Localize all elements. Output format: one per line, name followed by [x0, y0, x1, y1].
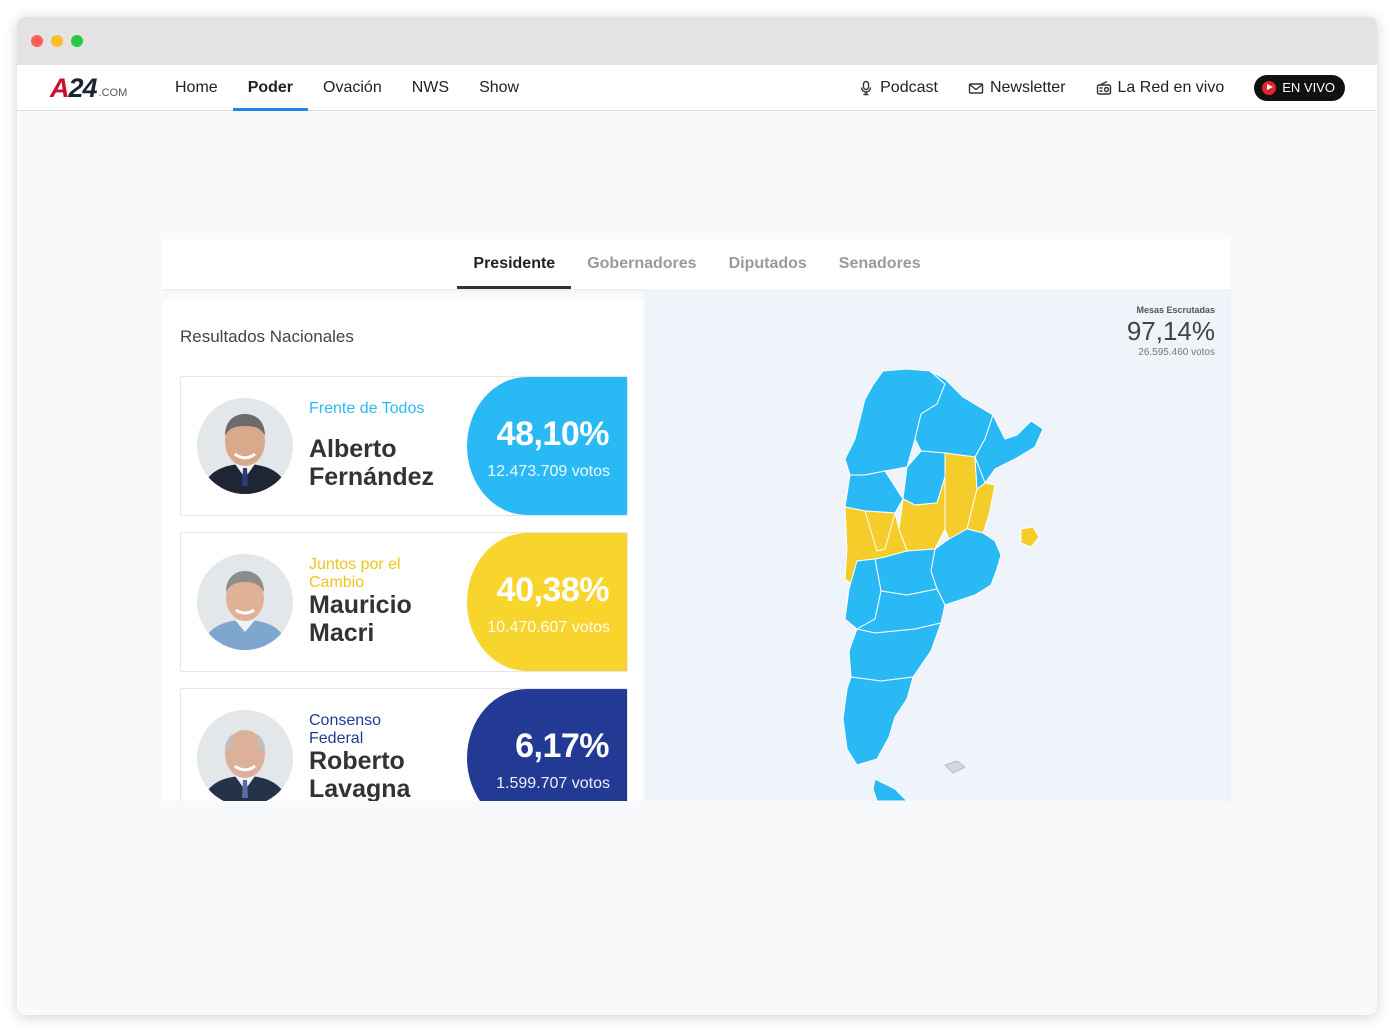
microphone-icon — [860, 80, 872, 95]
candidate-card[interactable]: Consenso Federal Roberto Lavagna 6,17% 1… — [180, 688, 628, 801]
result-badge: 48,10% 12.473.709 votos — [467, 377, 627, 515]
play-icon — [1262, 80, 1277, 95]
site-logo[interactable]: A24 .COM — [50, 74, 127, 102]
tab-senadores[interactable]: Senadores — [823, 239, 937, 289]
tab-presidente[interactable]: Presidente — [457, 239, 572, 289]
vote-percentage: 48,10% — [496, 415, 610, 453]
candidate-photo — [197, 710, 293, 801]
newsletter-link[interactable]: Newsletter — [968, 79, 1066, 97]
tab-gobernadores[interactable]: Gobernadores — [571, 239, 712, 289]
result-badge: 40,38% 10.470.607 votos — [467, 533, 627, 671]
party-name: Consenso Federal — [309, 712, 382, 747]
result-badge: 6,17% 1.599.707 votos — [467, 689, 627, 801]
nav-link-home[interactable]: Home — [160, 65, 233, 110]
vote-percentage: 6,17% — [515, 727, 609, 765]
scrutiny-label: Mesas Escrutadas — [1136, 305, 1215, 315]
maximize-window-button[interactable] — [71, 35, 83, 47]
province-chubut — [848, 622, 942, 682]
newsletter-label: Newsletter — [989, 78, 1066, 96]
tab-diputados[interactable]: Diputados — [713, 239, 823, 289]
title-bar — [17, 17, 1377, 65]
browser-window: A24 .COM Home Poder Ovación NWS Show Pod… — [17, 17, 1377, 1015]
vote-count: 10.470.607 votos — [487, 619, 610, 636]
site-header: A24 .COM Home Poder Ovación NWS Show Pod… — [17, 65, 1377, 111]
nav-link-ovacion[interactable]: Ovación — [308, 65, 397, 110]
candidate-card[interactable]: Juntos por el Cambio Mauricio Macri 40,3… — [180, 532, 628, 672]
la-red-label: La Red en vivo — [1117, 78, 1225, 96]
main-nav: Home Poder Ovación NWS Show — [160, 65, 534, 111]
header-actions: Podcast Newsletter La Red en vivo EN VIV… — [828, 65, 1345, 110]
vote-count: 12.473.709 votos — [487, 463, 610, 480]
province-catamarca — [844, 470, 904, 514]
logo-suffix: .COM — [98, 87, 128, 99]
candidate-name: Mauricio Macri — [309, 591, 412, 647]
nav-link-show[interactable]: Show — [464, 65, 534, 110]
party-name: Juntos por el Cambio — [309, 556, 401, 591]
scrutiny-votes: 26.595.460 votos — [1138, 347, 1215, 358]
candidate-card[interactable]: Frente de Todos Alberto Fernández 48,10%… — [180, 376, 628, 516]
minimize-window-button[interactable] — [51, 35, 63, 47]
party-name: Frente de Todos — [309, 400, 425, 417]
live-label: EN VIVO — [1282, 80, 1335, 95]
envelope-icon — [968, 82, 984, 94]
nav-link-poder[interactable]: Poder — [232, 65, 309, 111]
candidate-name: Roberto Lavagna — [309, 747, 411, 801]
live-button[interactable]: EN VIVO — [1254, 74, 1345, 101]
nav-link-nws[interactable]: NWS — [397, 65, 464, 110]
candidate-photo — [197, 554, 293, 650]
results-panel: Resultados Nacionales Frente de Todos Al… — [163, 299, 643, 801]
scrutiny-summary: Mesas Escrutadas 97,14% 26.595.460 votos — [1127, 305, 1215, 358]
province-caba — [1020, 526, 1040, 548]
candidate-name: Alberto Fernández — [309, 435, 435, 491]
close-window-button[interactable] — [31, 35, 43, 47]
candidate-photo — [197, 398, 293, 494]
election-widget: Presidente Gobernadores Diputados Senado… — [163, 239, 1231, 801]
argentina-map[interactable] — [645, 289, 1231, 801]
logo-text: A24 — [50, 73, 98, 103]
results-title: Resultados Nacionales — [180, 327, 354, 346]
podcast-link[interactable]: Podcast — [858, 79, 938, 97]
results-map-panel: Mesas Escrutadas 97,14% 26.595.460 votos — [645, 289, 1231, 801]
province-santa-cruz — [842, 676, 914, 766]
radio-icon — [1096, 80, 1111, 95]
vote-count: 1.599.707 votos — [496, 775, 610, 792]
vote-percentage: 40,38% — [496, 571, 610, 609]
la-red-link[interactable]: La Red en vivo — [1096, 78, 1225, 97]
scrutiny-percentage: 97,14% — [1126, 316, 1215, 346]
podcast-label: Podcast — [880, 78, 938, 96]
islands-malvinas — [944, 760, 966, 774]
province-tierra-del-fuego — [872, 778, 908, 801]
province-buenos-aires — [930, 528, 1002, 606]
election-tabs: Presidente Gobernadores Diputados Senado… — [163, 239, 1231, 289]
